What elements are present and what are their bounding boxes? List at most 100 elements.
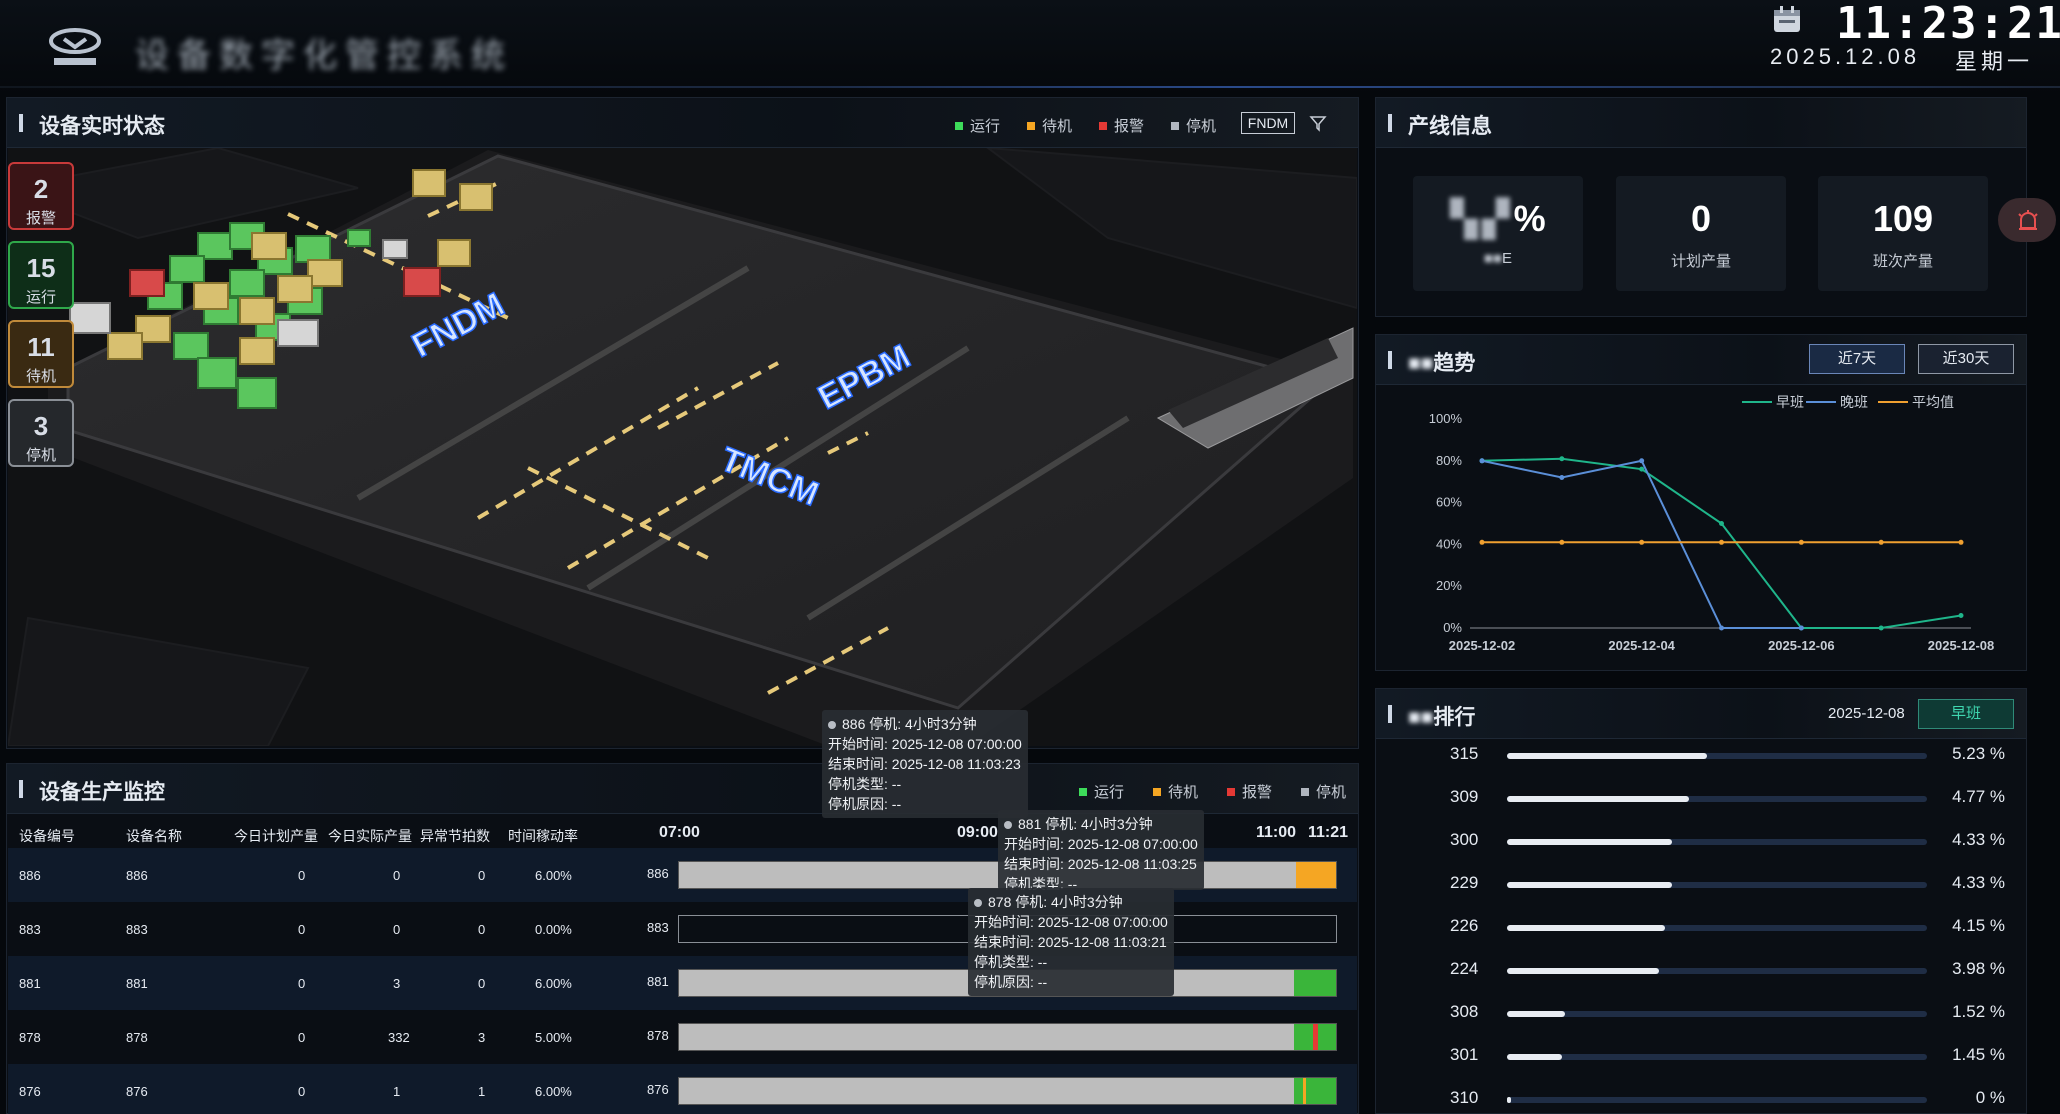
cell-rate: 6.00% <box>535 1084 572 1099</box>
production-monitor-header: 设备生产监控 运行 待机 报警 停机 <box>7 764 1358 814</box>
col-code: 设备编号 <box>19 828 75 844</box>
legend-running[interactable]: 运行 <box>1079 781 1124 802</box>
ranking-track <box>1507 925 1927 931</box>
title-marker <box>19 780 23 798</box>
stop-tooltip-881: 881 停机: 4小时3分钟 开始时间: 2025-12-08 07:00:00… <box>998 810 1204 890</box>
trend-title: ■■趋势 <box>1408 352 1476 375</box>
ranking-item-id: 308 <box>1450 1002 1479 1021</box>
table-row[interactable]: 876 876 0 1 1 6.00% 876 <box>8 1064 1357 1114</box>
ranking-item-id: 300 <box>1450 830 1479 849</box>
stat-plan-output: 0 计划产量 <box>1616 176 1786 291</box>
cell-abnormal: 0 <box>478 868 486 883</box>
stat-shift-output: 109 班次产量 <box>1818 176 1988 291</box>
timeline-label: 883 <box>647 920 669 935</box>
range-7d-button[interactable]: 近7天 <box>1809 344 1905 374</box>
ranking-bar <box>1507 1054 1563 1060</box>
legend-label: 平均值 <box>1912 394 1954 410</box>
cell-actual: 1 <box>393 1084 401 1099</box>
cell-rate: 6.00% <box>535 868 572 883</box>
stop-tooltip-878: 878 停机: 4小时3分钟 开始时间: 2025-12-08 07:00:00… <box>968 888 1174 996</box>
cell-actual: 3 <box>393 976 401 991</box>
cell-code: 881 <box>19 976 41 991</box>
blurred-title: ■■ <box>1408 352 1434 375</box>
ranking-track <box>1507 839 1927 845</box>
data-point <box>1878 539 1884 545</box>
time-tick: 09:00 <box>957 824 998 841</box>
cell-abnormal: 0 <box>478 922 486 937</box>
stop-tooltip-886: 886 停机: 4小时3分钟 开始时间: 2025-12-08 07:00:00… <box>822 710 1028 818</box>
legend-label: 早班 <box>1776 394 1804 410</box>
tooltip-dot <box>828 721 836 729</box>
col-name: 设备名称 <box>126 828 182 844</box>
legend-stopped[interactable]: 停机 <box>1171 115 1216 136</box>
legend-swatch <box>1099 121 1107 130</box>
stat-rate: ▚▞% ■■E <box>1413 176 1583 291</box>
running-segment <box>1294 970 1336 996</box>
ranking-track <box>1507 1011 1927 1017</box>
ranking-track <box>1507 753 1927 759</box>
ranking-item-id: 229 <box>1450 873 1479 892</box>
x-tick-label: 2025-12-08 <box>1928 638 1995 653</box>
alarm-toggle[interactable] <box>1998 198 2056 242</box>
shift-select-button[interactable]: 早班 <box>1918 699 2014 729</box>
cell-code: 886 <box>19 868 41 883</box>
legend-swatch <box>955 121 963 130</box>
data-point <box>1639 539 1645 545</box>
filter-icon[interactable] <box>1309 114 1327 132</box>
ranking-track <box>1507 968 1927 974</box>
legend-stopped[interactable]: 停机 <box>1301 781 1346 802</box>
stopped-counter[interactable]: 3 停机 <box>8 399 74 467</box>
legend-standby[interactable]: 待机 <box>1027 115 1072 136</box>
current-time: 11:23:21 <box>1836 0 2060 49</box>
standby-counter[interactable]: 11 待机 <box>8 320 74 388</box>
cell-name: 878 <box>126 1030 148 1045</box>
cell-plan: 0 <box>298 868 306 883</box>
ranking-item: 229 4.33 % <box>1375 869 2015 899</box>
cell-rate: 5.00% <box>535 1030 572 1045</box>
alarm-counter[interactable]: 2 报警 <box>8 162 74 230</box>
y-tick-label: 0% <box>1443 620 1462 635</box>
ranking-item-pct: 1.52 % <box>1952 1002 2005 1021</box>
ranking-item-id: 301 <box>1450 1045 1479 1064</box>
legend-label: 晚班 <box>1840 394 1868 410</box>
ranking-item-pct: 0 % <box>1975 1088 2005 1107</box>
area-select-button[interactable]: FNDM <box>1241 112 1295 134</box>
ranking-title: ■■排行 <box>1408 706 1476 729</box>
cell-name: 881 <box>126 976 148 991</box>
legend-running[interactable]: 运行 <box>955 115 1000 136</box>
tooltip-dot <box>1004 821 1012 829</box>
cell-plan: 0 <box>298 922 306 937</box>
range-30d-button[interactable]: 近30天 <box>1918 344 2014 374</box>
time-tick: 07:00 <box>659 824 700 841</box>
legend-alarm[interactable]: 报警 <box>1227 781 1272 802</box>
ranking-item-pct: 4.77 % <box>1952 787 2005 806</box>
ranking-track <box>1507 882 1927 888</box>
data-point <box>1639 458 1645 464</box>
cell-name: 886 <box>126 868 148 883</box>
time-tick: 11:00 <box>1256 824 1297 841</box>
ranking-track <box>1507 1097 1927 1103</box>
factory-3d-map[interactable]: FNDM EPBM TMCM <box>8 148 1357 746</box>
legend-swatch <box>1027 121 1035 130</box>
status-timeline[interactable] <box>678 1077 1337 1105</box>
cell-plan: 0 <box>298 976 306 991</box>
cell-name: 876 <box>126 1084 148 1099</box>
table-row[interactable]: 878 878 0 332 3 5.00% 878 <box>8 1010 1357 1064</box>
ranking-item: 308 1.52 % <box>1375 998 2015 1028</box>
y-tick-label: 40% <box>1436 536 1462 551</box>
legend-alarm[interactable]: 报警 <box>1099 115 1144 136</box>
trend-line-chart[interactable]: 早班 晚班 平均值 100% 80% 60% 40% 20% 0% 2025-12-02 2025-… <box>1376 385 2026 670</box>
running-counter[interactable]: 15 运行 <box>8 241 74 309</box>
alarm-lamp-icon <box>2018 210 2038 230</box>
data-point <box>1719 539 1724 545</box>
time-tick: 11:21 <box>1308 824 1349 841</box>
ranking-item-id: 309 <box>1450 787 1479 806</box>
legend-swatch <box>1171 121 1179 130</box>
blurred-title: ■■ <box>1408 706 1434 729</box>
data-point <box>1958 612 1964 618</box>
title-marker <box>1388 705 1392 723</box>
data-point <box>1479 539 1485 545</box>
data-point <box>1719 521 1724 526</box>
legend-standby[interactable]: 待机 <box>1153 781 1198 802</box>
status-timeline[interactable] <box>678 1023 1337 1051</box>
